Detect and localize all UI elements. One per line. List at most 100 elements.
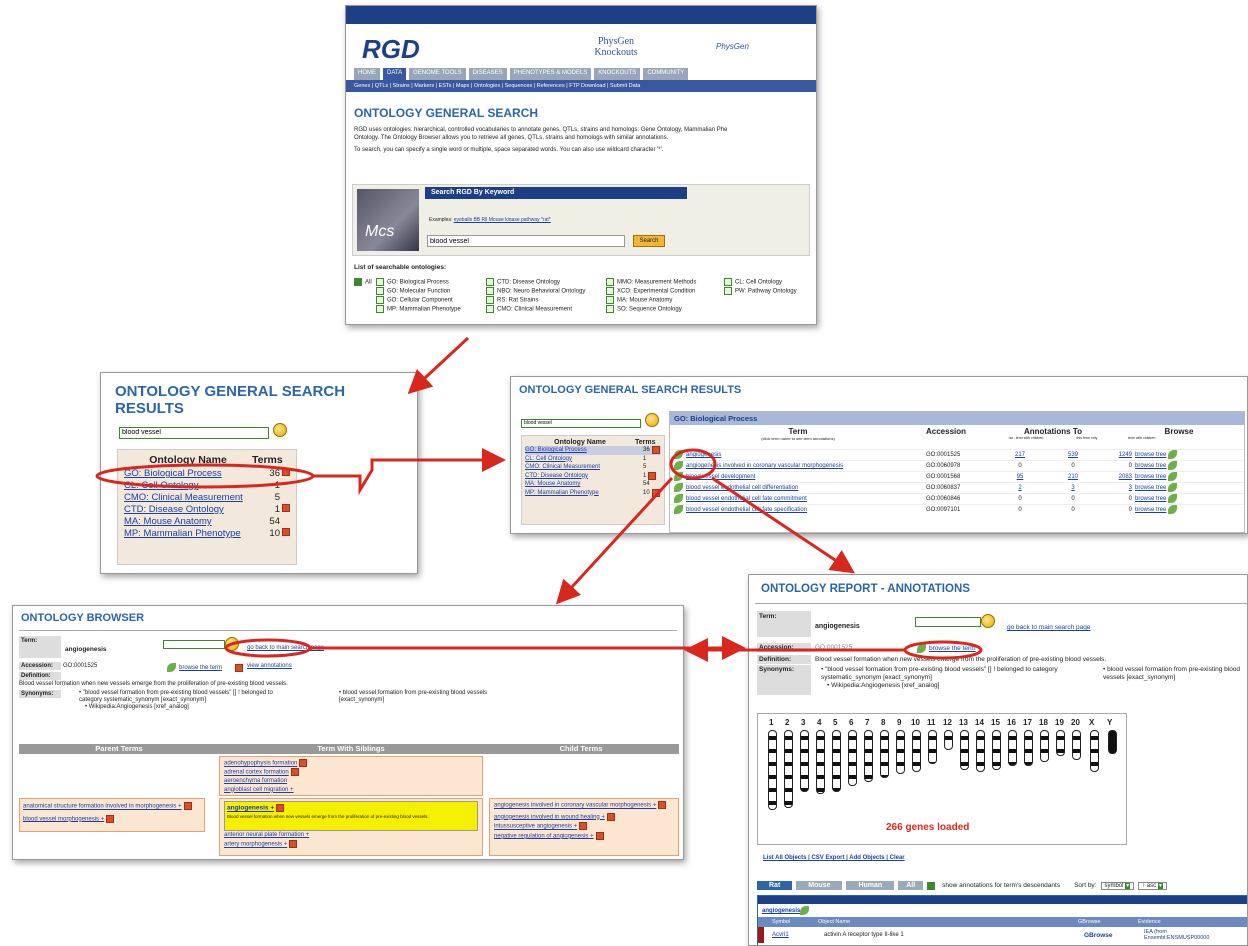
species-tab-mouse[interactable]: Mouse bbox=[796, 881, 843, 890]
term-link[interactable]: blood vessel endothelial cell differenti… bbox=[686, 485, 798, 491]
sibling-term[interactable]: artery morphogenesis + bbox=[224, 840, 478, 850]
ontology-link[interactable]: CMO: Clinical Measurement bbox=[525, 463, 643, 472]
ontology-link[interactable]: MA: Mouse Anatomy bbox=[124, 516, 264, 528]
ontology-link[interactable]: CTD: Disease Ontology bbox=[124, 504, 264, 516]
chromosome[interactable] bbox=[1024, 730, 1033, 766]
sort-select[interactable]: symbol ▼ bbox=[1100, 881, 1135, 890]
ontology-link[interactable]: MP: Mammalian Phenotype bbox=[124, 528, 264, 540]
sibling-term[interactable]: angioblast cell migration + bbox=[224, 786, 478, 795]
chromosome[interactable] bbox=[848, 730, 857, 786]
parent-term[interactable]: anatomical structure formation involved … bbox=[23, 802, 201, 811]
browse-tree-link[interactable]: browse tree bbox=[1135, 505, 1166, 515]
browse-term-link[interactable]: browse the term bbox=[917, 644, 976, 653]
ann-term[interactable]: 3 bbox=[1048, 483, 1098, 493]
chromosome[interactable] bbox=[1072, 730, 1081, 760]
results-small-search-input[interactable] bbox=[119, 426, 269, 439]
nav-tab-genome-tools[interactable]: GENOME TOOLS bbox=[409, 68, 466, 80]
term-link[interactable]: angiogenesis bbox=[686, 452, 721, 458]
example-links[interactable]: eyeballs BB Rll Mouse kinase pathway *ra… bbox=[454, 217, 551, 223]
ontology-link[interactable]: CL: Cell Ontology bbox=[525, 455, 643, 464]
search-icon[interactable] bbox=[273, 422, 288, 437]
search-icon[interactable] bbox=[225, 637, 239, 651]
species-tab-human[interactable]: Human bbox=[846, 881, 895, 890]
physgen-logo[interactable]: PhysGen Knockouts bbox=[586, 36, 646, 58]
browse-count[interactable]: 1249 bbox=[1098, 450, 1132, 460]
ontology-link[interactable]: CTD: Disease Ontology bbox=[525, 472, 643, 481]
term-link[interactable]: blood vessel endothelial cell fate commi… bbox=[686, 496, 807, 502]
parent-term[interactable]: blood vessel morphogenesis + bbox=[23, 814, 201, 824]
results-full-search-input[interactable] bbox=[521, 418, 641, 428]
sibling-term[interactable]: anterior neural plate formation + bbox=[224, 831, 478, 840]
chromosome[interactable] bbox=[784, 730, 793, 808]
chromosome[interactable] bbox=[816, 730, 825, 794]
browse-tree-link[interactable]: browse tree bbox=[1135, 472, 1166, 482]
ann-children[interactable]: 217 bbox=[992, 450, 1048, 460]
chromosome[interactable] bbox=[1040, 730, 1049, 762]
sub-nav[interactable]: Genes | QTLs | Strains | Markers | ESTs … bbox=[346, 80, 816, 92]
term-link[interactable]: blood vessel development bbox=[686, 474, 755, 480]
physgen-small-logo[interactable]: PhysGen bbox=[716, 42, 749, 51]
child-term[interactable]: angiogenesis involved in wound healing + bbox=[494, 812, 674, 823]
search-icon[interactable] bbox=[645, 412, 660, 427]
symbol-link[interactable]: Acvrl1 bbox=[772, 932, 824, 938]
expand-icon[interactable] bbox=[282, 504, 290, 512]
expand-icon[interactable] bbox=[648, 471, 657, 480]
chromosome[interactable] bbox=[768, 730, 777, 810]
search-button[interactable]: Search bbox=[633, 235, 665, 247]
gene-list-links[interactable]: List All Objects | CSV Export | Add Obje… bbox=[763, 855, 905, 861]
all-checkbox[interactable]: All bbox=[354, 278, 372, 288]
back-to-search-link[interactable]: go back to main search page bbox=[1007, 624, 1090, 631]
chromosome[interactable] bbox=[1108, 730, 1117, 754]
chromosome[interactable] bbox=[1056, 730, 1065, 756]
expand-icon[interactable] bbox=[651, 446, 660, 454]
chromosome[interactable] bbox=[992, 730, 1001, 770]
browse-term-link[interactable]: browse the term bbox=[167, 663, 222, 672]
browse-tree-link[interactable]: browse tree bbox=[1135, 450, 1166, 460]
child-term[interactable]: intussusceptive angiogenesis + bbox=[494, 822, 674, 832]
sibling-term[interactable]: adenohypophysis formation bbox=[224, 759, 478, 768]
selected-term-link[interactable]: angiogenesis + bbox=[227, 805, 274, 812]
ann-term[interactable]: 210 bbox=[1048, 472, 1098, 482]
chromosome[interactable] bbox=[864, 730, 873, 782]
nav-tab-knockouts[interactable]: KNOCKOUTS bbox=[594, 68, 641, 80]
ontology-option[interactable]: MP: Mammalian Phenotype bbox=[376, 305, 486, 315]
expand-icon[interactable] bbox=[282, 528, 290, 536]
browse-count[interactable]: 2083 bbox=[1098, 472, 1132, 482]
ontology-link[interactable]: MP: Mammalian Phenotype bbox=[525, 489, 643, 498]
sibling-term[interactable]: aeroenchyma formation bbox=[224, 777, 478, 786]
ann-children[interactable]: 2 bbox=[992, 483, 1048, 493]
chromosome[interactable] bbox=[880, 730, 889, 778]
species-tab-rat[interactable]: Rat bbox=[757, 881, 793, 890]
term-link[interactable]: blood vessel endothelial cell fate speci… bbox=[686, 507, 807, 513]
gbrowse-button[interactable]: GBrowse bbox=[1084, 932, 1144, 939]
term-link[interactable]: angiogenesis involved in coronary vascul… bbox=[686, 463, 843, 469]
view-annotations-link[interactable]: view annotations bbox=[247, 663, 292, 669]
show-descendants-checkbox[interactable] bbox=[927, 881, 936, 890]
chromosome[interactable] bbox=[832, 730, 841, 792]
chromosome[interactable] bbox=[1008, 730, 1017, 766]
browser-search-input[interactable] bbox=[163, 640, 225, 649]
ann-term[interactable]: 539 bbox=[1048, 450, 1098, 460]
ontology-link[interactable]: GO: Biological Process bbox=[124, 468, 264, 480]
search-icon[interactable] bbox=[981, 614, 995, 628]
browse-tree-link[interactable]: browse tree bbox=[1135, 483, 1166, 493]
ann-children[interactable]: 95 bbox=[992, 472, 1048, 482]
ontology-link[interactable]: GO: Biological Process bbox=[525, 446, 643, 455]
browse-tree-link[interactable]: browse tree bbox=[1135, 461, 1166, 471]
chromosome[interactable] bbox=[1090, 730, 1099, 772]
child-term[interactable]: angiogenesis involved in coronary vascul… bbox=[494, 801, 674, 811]
nav-tab-phenotypes[interactable]: PHENOTYPES & MODELS bbox=[509, 68, 592, 80]
expand-icon[interactable] bbox=[282, 468, 290, 476]
ontology-link[interactable]: MA: Mouse Anatomy bbox=[525, 480, 643, 489]
chromosome[interactable] bbox=[960, 730, 969, 770]
ontology-option[interactable]: CMO: Clinical Measurement bbox=[486, 305, 606, 315]
rgd-logo[interactable]: RGD bbox=[362, 34, 420, 65]
browse-tree-link[interactable]: browse tree bbox=[1135, 494, 1166, 504]
keyword-search-input[interactable] bbox=[427, 235, 625, 247]
expand-icon[interactable] bbox=[651, 488, 660, 497]
chromosome[interactable] bbox=[896, 730, 905, 774]
child-term[interactable]: negative regulation of angiogenesis + bbox=[494, 831, 674, 842]
nav-tab-diseases[interactable]: DISEASES bbox=[468, 68, 507, 80]
nav-tab-community[interactable]: COMMUNITY bbox=[643, 68, 689, 80]
chromosome[interactable] bbox=[912, 730, 921, 772]
